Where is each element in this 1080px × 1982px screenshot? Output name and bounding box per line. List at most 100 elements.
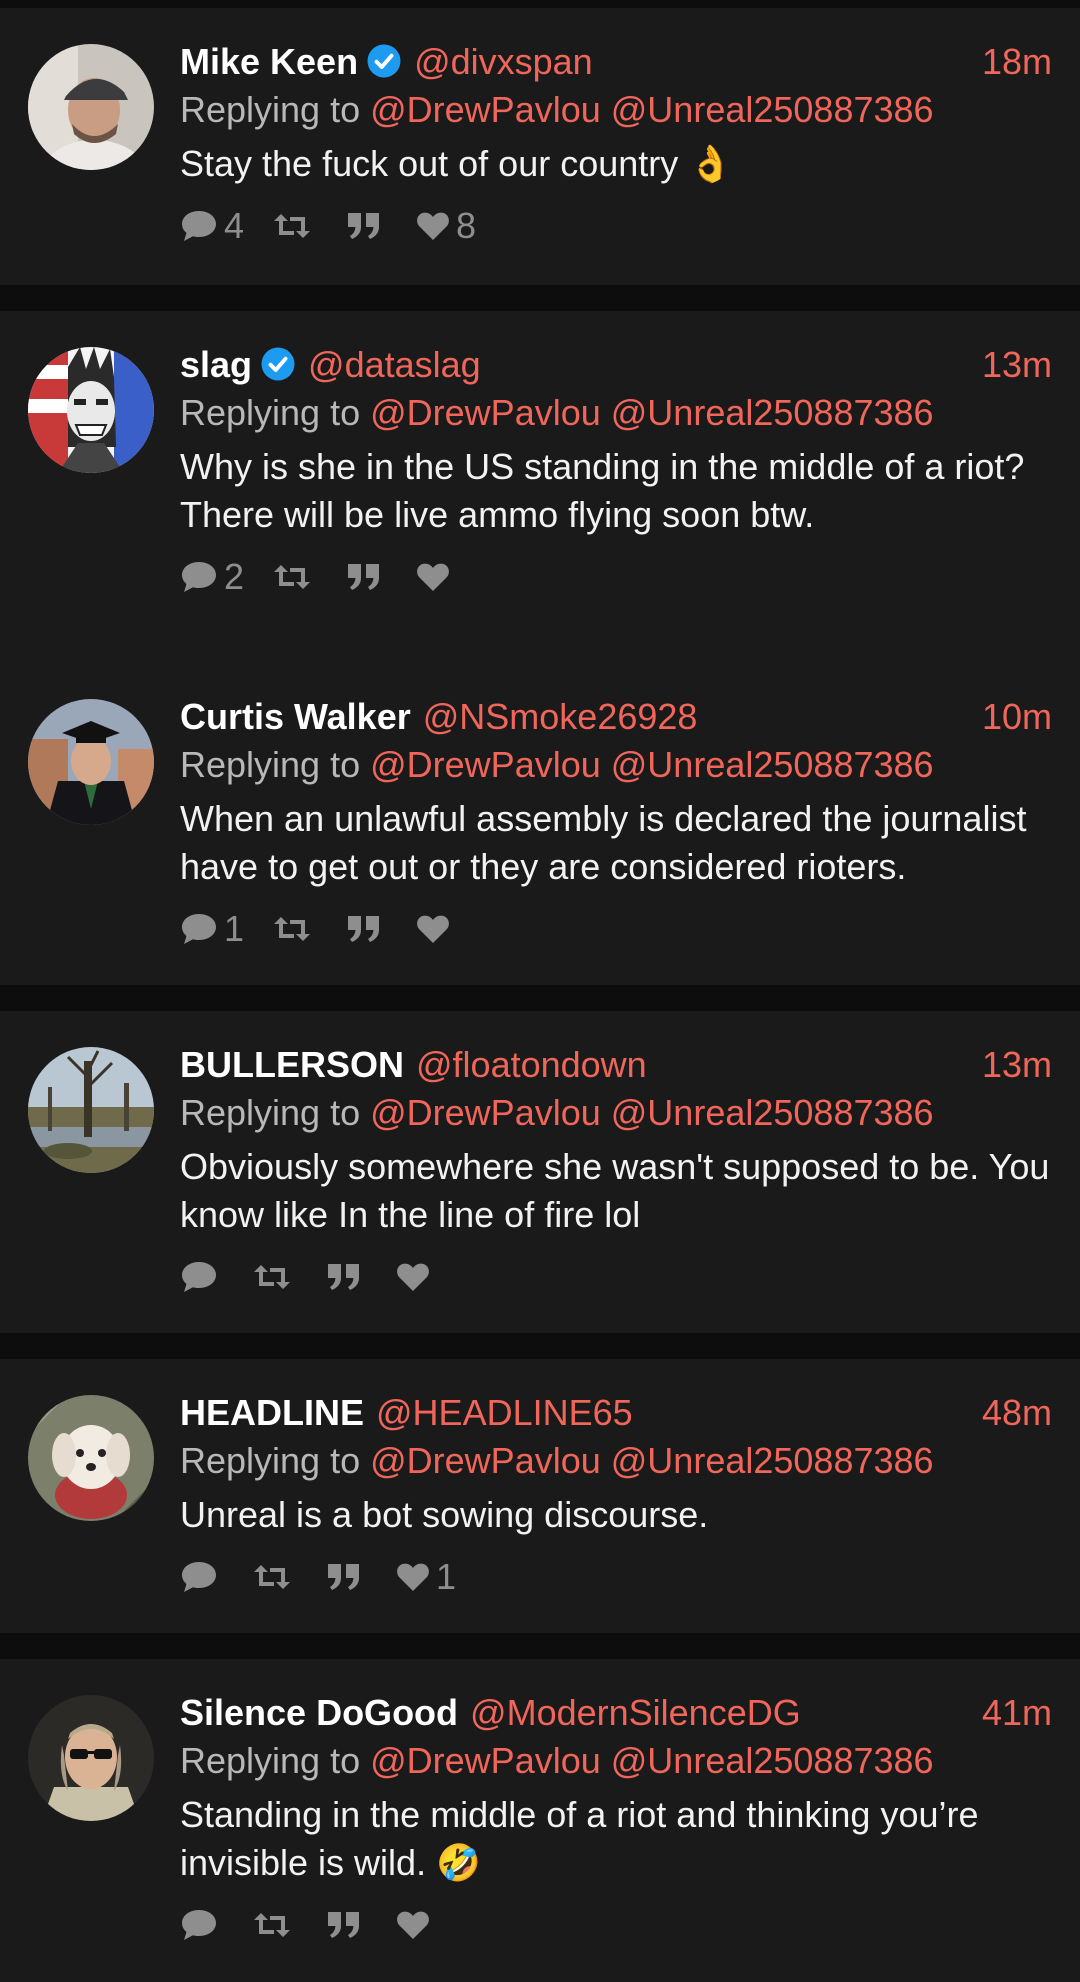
mention-link[interactable]: @DrewPavlou xyxy=(370,89,601,130)
tweet-card[interactable]: HEADLINE @HEADLINE65 48m Replying to @Dre… xyxy=(0,1359,1080,1633)
reply-icon xyxy=(182,1562,216,1592)
mention-link[interactable]: @DrewPavlou xyxy=(370,1092,601,1133)
quote-button[interactable] xyxy=(346,211,388,241)
display-name[interactable]: Silence DoGood xyxy=(180,1692,458,1733)
heart-icon xyxy=(397,1563,429,1591)
display-name[interactable]: Curtis Walker xyxy=(180,696,411,737)
replying-label: Replying to xyxy=(180,1740,361,1781)
retweet-button[interactable] xyxy=(252,1910,298,1940)
avatar[interactable] xyxy=(28,1695,154,1821)
mention-link[interactable]: @DrewPavlou xyxy=(370,1740,601,1781)
quote-button[interactable] xyxy=(326,1910,368,1940)
verified-badge-icon xyxy=(367,44,401,78)
reply-button[interactable] xyxy=(180,1559,224,1595)
quote-button[interactable] xyxy=(346,914,388,944)
user-handle[interactable]: @HEADLINE65 xyxy=(376,1392,633,1433)
quote-icon xyxy=(348,213,380,239)
mention-link[interactable]: @Unreal250887386 xyxy=(611,1440,934,1481)
reply-icon xyxy=(182,1262,216,1292)
retweet-icon xyxy=(254,1913,290,1937)
mention-link[interactable]: @Unreal250887386 xyxy=(611,89,934,130)
heart-icon xyxy=(417,212,449,240)
mention-link[interactable]: @Unreal250887386 xyxy=(611,744,934,785)
mention-link[interactable]: @DrewPavlou xyxy=(370,392,601,433)
quote-button[interactable] xyxy=(326,1262,368,1292)
reply-feed: Mike Keen @divxspan 18m Replying to @Drew… xyxy=(0,0,1080,1982)
retweet-button[interactable] xyxy=(272,914,318,944)
swamp-landscape-avatar xyxy=(28,1047,154,1173)
retweet-button[interactable] xyxy=(252,1562,298,1592)
mention-link[interactable]: @DrewPavlou xyxy=(370,1440,601,1481)
avatar[interactable] xyxy=(28,1047,154,1173)
reply-count: 1 xyxy=(224,908,245,949)
mention-link[interactable]: @Unreal250887386 xyxy=(611,392,934,433)
quote-icon xyxy=(348,564,380,590)
retweet-icon xyxy=(274,917,311,941)
replying-label: Replying to xyxy=(180,1440,361,1481)
mention-link[interactable]: @Unreal250887386 xyxy=(611,1740,934,1781)
reply-button[interactable] xyxy=(180,1259,224,1295)
like-button[interactable] xyxy=(396,1262,436,1292)
like-button[interactable] xyxy=(396,1910,436,1940)
like-button[interactable] xyxy=(416,914,456,944)
graduate-avatar xyxy=(28,699,154,825)
user-handle[interactable]: @floatondown xyxy=(416,1044,647,1085)
reply-button[interactable]: 2 xyxy=(180,557,244,597)
tweet-actions: 4 8 xyxy=(180,206,1052,246)
avatar[interactable] xyxy=(28,699,154,825)
retweet-button[interactable] xyxy=(252,1262,298,1292)
like-button[interactable]: 8 xyxy=(416,206,476,246)
user-handle[interactable]: @divxspan xyxy=(414,41,593,82)
user-handle[interactable]: @dataslag xyxy=(308,344,481,385)
retweet-button[interactable] xyxy=(272,562,318,592)
franklin-sunglasses-avatar xyxy=(28,1695,154,1821)
tweet-header: Mike Keen @divxspan 18m xyxy=(180,38,1052,86)
tweet-card[interactable]: Mike Keen @divxspan 18m Replying to @Drew… xyxy=(0,8,1080,285)
reply-count: 4 xyxy=(224,205,245,246)
replying-to: Replying to @DrewPavlou @Unreal250887386 xyxy=(180,1437,1052,1485)
tweet-header: Curtis Walker @NSmoke26928 10m xyxy=(180,693,1052,741)
tweet-card[interactable]: Silence DoGood @ModernSilenceDG 41m Reply… xyxy=(0,1659,1080,1982)
tweet-actions xyxy=(180,1905,1052,1945)
reply-button[interactable]: 1 xyxy=(180,909,244,949)
avatar[interactable] xyxy=(28,347,154,473)
tweet-header: Silence DoGood @ModernSilenceDG 41m xyxy=(180,1689,1052,1737)
timestamp: 13m xyxy=(981,1044,1052,1085)
avatar[interactable] xyxy=(28,1395,154,1521)
replying-to: Replying to @DrewPavlou @Unreal250887386 xyxy=(180,1089,1052,1137)
tweet-text: Standing in the middle of a riot and thi… xyxy=(180,1794,979,1883)
user-handle[interactable]: @ModernSilenceDG xyxy=(470,1692,801,1733)
quote-icon xyxy=(328,1564,359,1590)
tweet-card[interactable]: Curtis Walker @NSmoke26928 10m Replying t… xyxy=(0,663,1080,985)
reply-button[interactable]: 4 xyxy=(180,206,244,246)
reply-count: 2 xyxy=(224,556,245,597)
man-in-cap-avatar xyxy=(28,44,154,170)
timestamp: 18m xyxy=(981,41,1052,82)
tweet-actions: 1 xyxy=(180,909,1052,949)
retweet-icon xyxy=(254,1265,290,1289)
replying-to: Replying to @DrewPavlou @Unreal250887386 xyxy=(180,741,1052,789)
display-name[interactable]: BULLERSON xyxy=(180,1044,404,1085)
tweet-card[interactable]: BULLERSON @floatondown 13m Replying to @D… xyxy=(0,1011,1080,1333)
display-name[interactable]: slag xyxy=(180,344,252,385)
tweet-actions xyxy=(180,1257,1052,1297)
timestamp: 10m xyxy=(981,696,1052,737)
mention-link[interactable]: @Unreal250887386 xyxy=(611,1092,934,1133)
tweet-card[interactable]: slag @dataslag 13m Replying to @DrewPavlo… xyxy=(0,311,1080,663)
reply-icon xyxy=(182,562,216,592)
quote-button[interactable] xyxy=(346,562,388,592)
display-name[interactable]: Mike Keen xyxy=(180,41,358,82)
tweet-text: Why is she in the US standing in the mid… xyxy=(180,446,1025,535)
like-button[interactable] xyxy=(416,562,456,592)
like-button[interactable]: 1 xyxy=(396,1557,456,1597)
retweet-icon xyxy=(254,1565,290,1589)
avatar[interactable] xyxy=(28,44,154,170)
retweet-button[interactable] xyxy=(272,211,318,241)
user-handle[interactable]: @NSmoke26928 xyxy=(423,696,698,737)
replying-to: Replying to @DrewPavlou @Unreal250887386 xyxy=(180,86,1052,134)
mention-link[interactable]: @DrewPavlou xyxy=(370,744,601,785)
quote-button[interactable] xyxy=(326,1562,368,1592)
reply-button[interactable] xyxy=(180,1907,224,1943)
retweet-icon xyxy=(274,214,311,238)
display-name[interactable]: HEADLINE xyxy=(180,1392,364,1433)
